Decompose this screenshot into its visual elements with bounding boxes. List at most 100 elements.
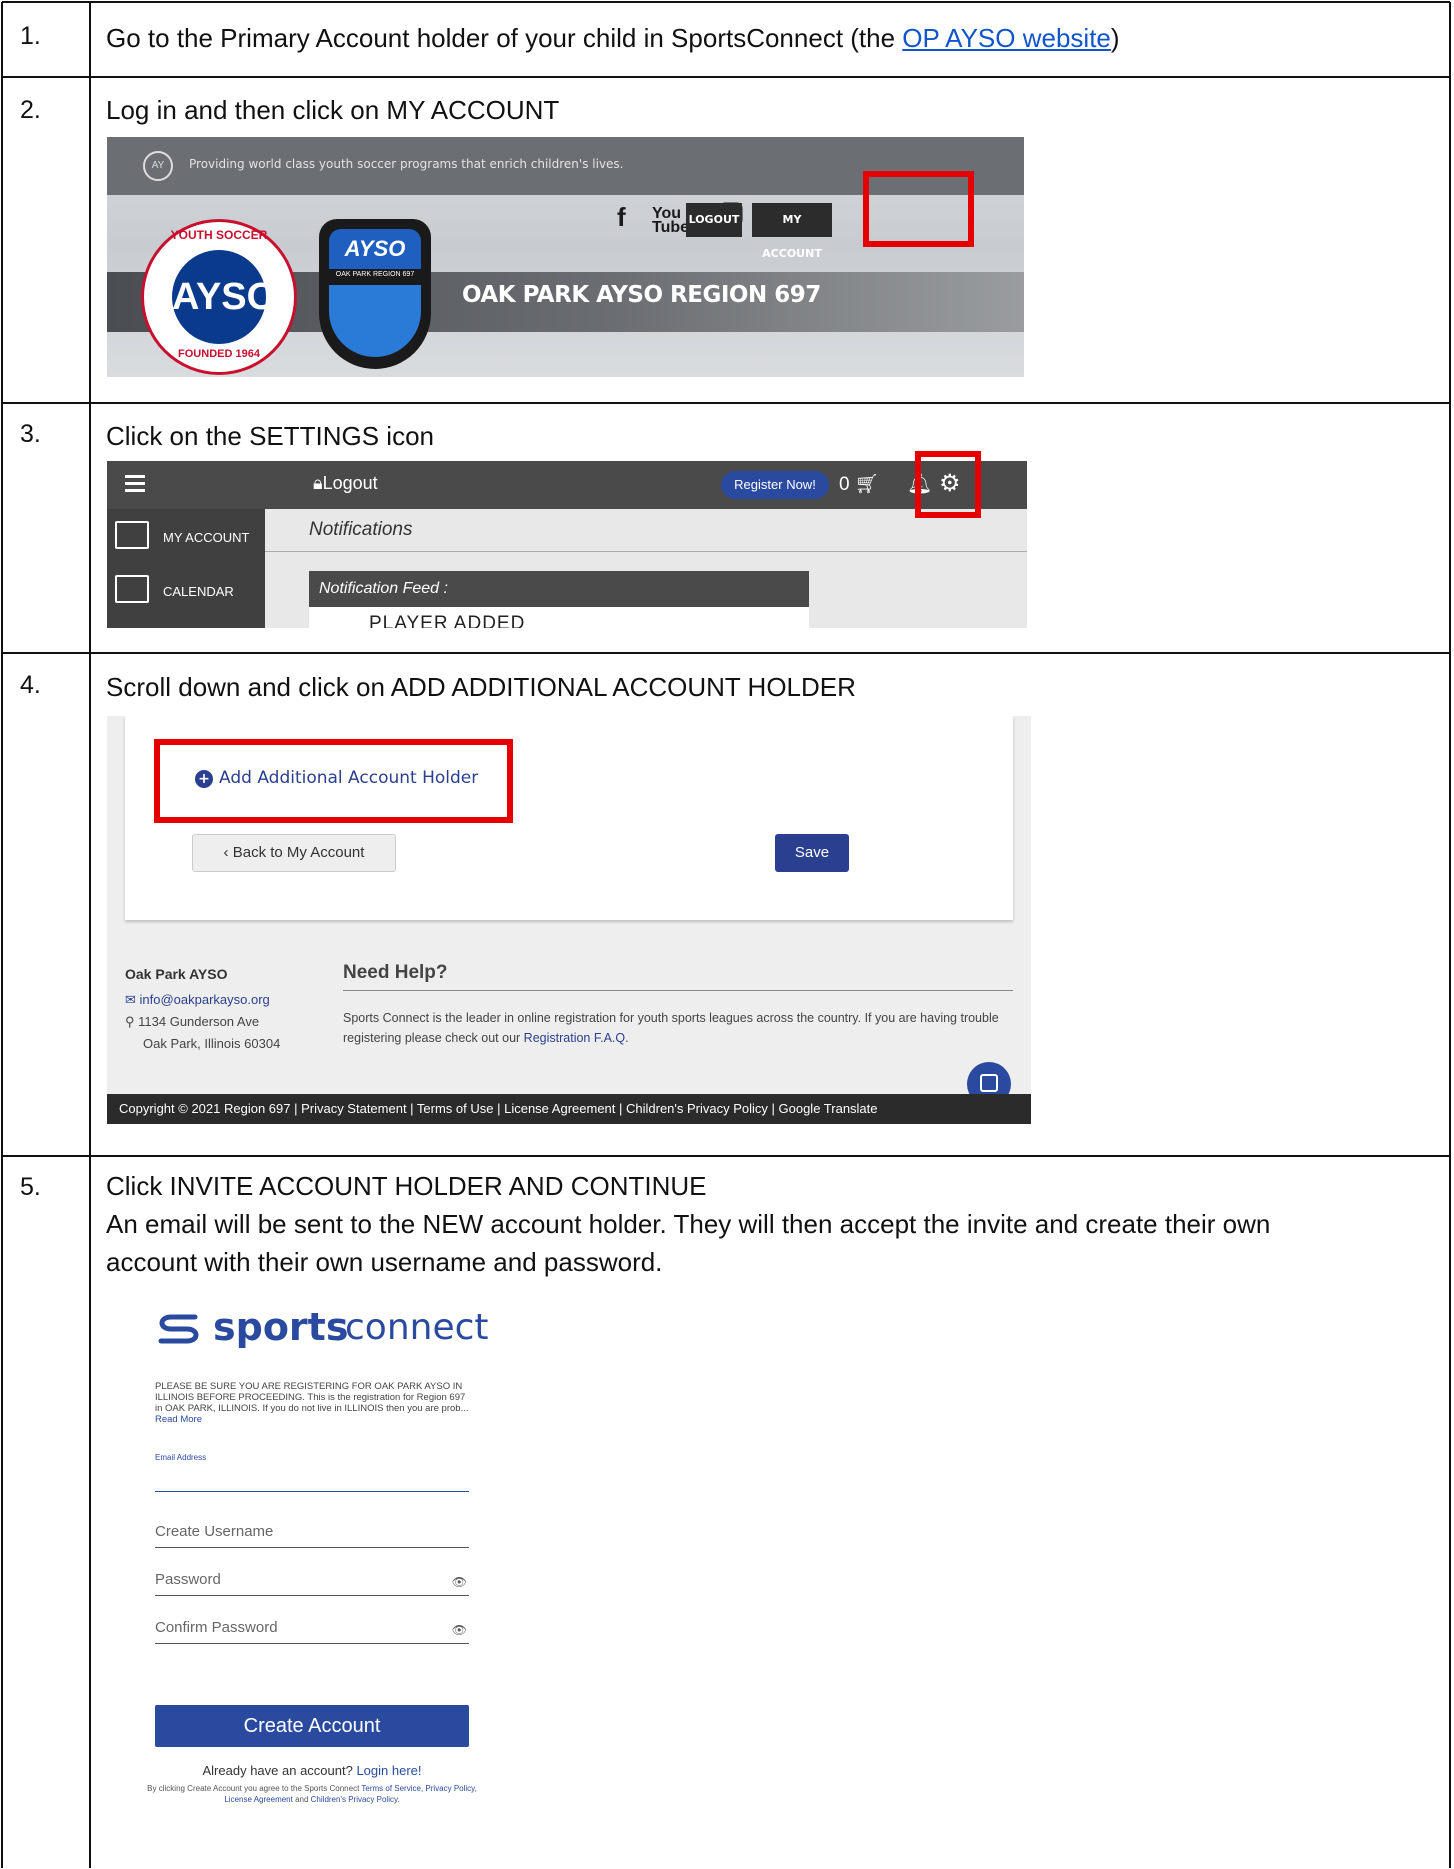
create-account-button[interactable]: Create Account (155, 1705, 469, 1747)
calendar-icon (115, 575, 149, 603)
highlight-box (863, 171, 974, 247)
confirm-password-placeholder: Confirm Password (155, 1619, 278, 1636)
logout-link[interactable]: 🔒︎Logout (313, 473, 378, 494)
cart-button[interactable]: 0 🛒︎ (839, 472, 879, 496)
site-footer: Copyright © 2021 Region 697 | Privacy St… (107, 1094, 1031, 1124)
back-label: Back to My Account (232, 844, 365, 861)
shield-swoosh (329, 285, 421, 357)
settings-screenshot: 🔒︎Logout Register Now! 0 🛒︎ 🔔︎ ⚙ MY ACCO… (107, 461, 1027, 628)
help-text: Sports Connect is the leader in online r… (343, 1008, 1003, 1048)
region-shield-logo: AYSO OAK PARK REGION 697 (319, 219, 431, 369)
step-text: An email will be sent to the NEW account… (106, 1209, 1271, 1239)
terms-text: and (292, 1795, 311, 1804)
save-button[interactable]: Save (775, 834, 849, 872)
map-pin-icon: ⚲ (125, 1014, 139, 1029)
address-text: 1134 Gunderson Ave (138, 1014, 260, 1029)
eye-icon[interactable]: 👁︎ (452, 1623, 467, 1637)
sidebar-item-label: CALENDAR (163, 584, 234, 599)
step-text-part: ) (1110, 23, 1120, 53)
terms-notice: By clicking Create Account you agree to … (147, 1783, 477, 1805)
sidebar-item-label: MY ACCOUNT (163, 530, 250, 545)
login-link[interactable]: Login here! (356, 1763, 421, 1778)
divider (343, 990, 1013, 991)
email-label: Email Address (155, 1453, 207, 1462)
org-email: info@oakparkayso.org (139, 992, 270, 1007)
logout-button[interactable]: LOGOUT (686, 203, 742, 237)
badge-bottom-text: FOUNDED 1964 (178, 348, 260, 360)
logo-word-bold: sports (213, 1305, 349, 1349)
row-border (2, 1, 1450, 3)
password-field[interactable]: Password 👁︎ (155, 1571, 469, 1596)
step-text: account with their own username and pass… (106, 1247, 663, 1277)
registration-notice: PLEASE BE SURE YOU ARE REGISTERING FOR O… (155, 1381, 475, 1425)
step-number: 4. (20, 671, 41, 699)
op-ayso-website-link[interactable]: OP AYSO website (902, 23, 1111, 53)
eye-icon[interactable]: 👁︎ (452, 1575, 467, 1589)
step-number: 5. (20, 1173, 41, 1201)
notice-text: PLEASE BE SURE YOU ARE REGISTERING FOR O… (155, 1381, 469, 1414)
row-border (2, 652, 1450, 654)
org-name: Oak Park AYSO (125, 966, 228, 982)
facebook-icon[interactable]: f (617, 202, 626, 233)
col-border (1, 2, 3, 1868)
row-border (2, 1155, 1450, 1157)
org-address-line1: ⚲ 1134 Gunderson Ave (125, 1014, 259, 1030)
lock-icon: 🔒︎ (313, 473, 323, 493)
col-border (89, 2, 91, 1868)
shield-region: OAK PARK REGION 697 (335, 271, 415, 278)
org-address-line2: Oak Park, Illinois 60304 (143, 1036, 281, 1051)
monitor-icon (115, 521, 149, 549)
highlight-box (915, 451, 981, 518)
shield-title: AYSO (329, 229, 421, 269)
sports-connect-mark-icon (158, 1314, 199, 1344)
email-field[interactable] (155, 1465, 469, 1492)
registration-faq-link[interactable]: Registration F.A.Q. (524, 1031, 629, 1045)
sidebar-item-calendar[interactable]: CALENDAR (107, 563, 265, 621)
sidebar-item-my-account[interactable]: MY ACCOUNT (107, 509, 265, 567)
hamburger-menu-icon[interactable] (125, 475, 145, 496)
cart-icon: 🛒︎ (854, 474, 879, 495)
sports-connect-signup-screenshot: sports connect PLEASE BE SURE YOU ARE RE… (107, 1305, 527, 1805)
username-field[interactable]: Create Username (155, 1523, 469, 1548)
need-help-heading: Need Help? (343, 962, 448, 983)
ayso-mini-logo: AY (143, 151, 173, 181)
row-border (2, 402, 1450, 404)
chat-icon (980, 1074, 998, 1092)
step-number: 2. (20, 96, 41, 124)
main-panel: Notifications Notification Feed : PLAYER… (265, 509, 1027, 628)
logout-label: Logout (322, 473, 378, 493)
read-more-link[interactable]: Read More (155, 1414, 202, 1425)
terms-text: By clicking Create Account you agree to … (147, 1784, 362, 1793)
step-text: Scroll down and click on ADD ADDITIONAL … (106, 672, 856, 702)
step-text: Log in and then click on MY ACCOUNT (106, 95, 560, 125)
org-email-link[interactable]: ✉ info@oakparkayso.org (125, 992, 270, 1008)
step-text: Go to the Primary Account holder of your… (106, 20, 1120, 57)
back-to-my-account-button[interactable]: ‹ Back to My Account (192, 834, 396, 872)
sidebar: MY ACCOUNT CALENDAR (107, 509, 265, 628)
step-text: Click on the SETTINGS icon (106, 421, 434, 451)
youtube-icon[interactable]: You Tube (652, 206, 689, 236)
password-placeholder: Password (155, 1571, 221, 1588)
highlight-box (154, 739, 513, 823)
childrens-privacy-link[interactable]: Children's Privacy Policy. (311, 1795, 400, 1804)
notification-item[interactable]: PLAYER ADDED (309, 607, 809, 628)
notification-title: PLAYER ADDED (369, 613, 526, 628)
my-account-button[interactable]: MY ACCOUNT (752, 203, 832, 260)
login-prompt-text: Already have an account? (202, 1763, 357, 1778)
badge-center-text: AYSO (172, 250, 276, 344)
login-prompt: Already have an account? Login here! (107, 1763, 517, 1778)
confirm-password-field[interactable]: Confirm Password 👁︎ (155, 1619, 469, 1644)
logo-word-light: connect (345, 1307, 489, 1348)
row-border (2, 76, 1450, 78)
help-body: Sports Connect is the leader in online r… (343, 1011, 999, 1045)
step-number: 1. (20, 22, 41, 50)
register-now-button[interactable]: Register Now! (721, 471, 829, 499)
top-nav-bar (107, 461, 1027, 509)
badge-top-text: YOUTH SOCCER (170, 228, 268, 242)
notification-feed-header: Notification Feed : (309, 571, 809, 607)
step-number: 3. (20, 420, 41, 448)
cart-count: 0 (839, 474, 850, 495)
step-text: Click INVITE ACCOUNT HOLDER AND CONTINUE (106, 1171, 707, 1201)
ayso-badge-logo: YOUTH SOCCER AYSO FOUNDED 1964 (141, 219, 297, 375)
envelope-icon: ✉ (125, 992, 140, 1007)
